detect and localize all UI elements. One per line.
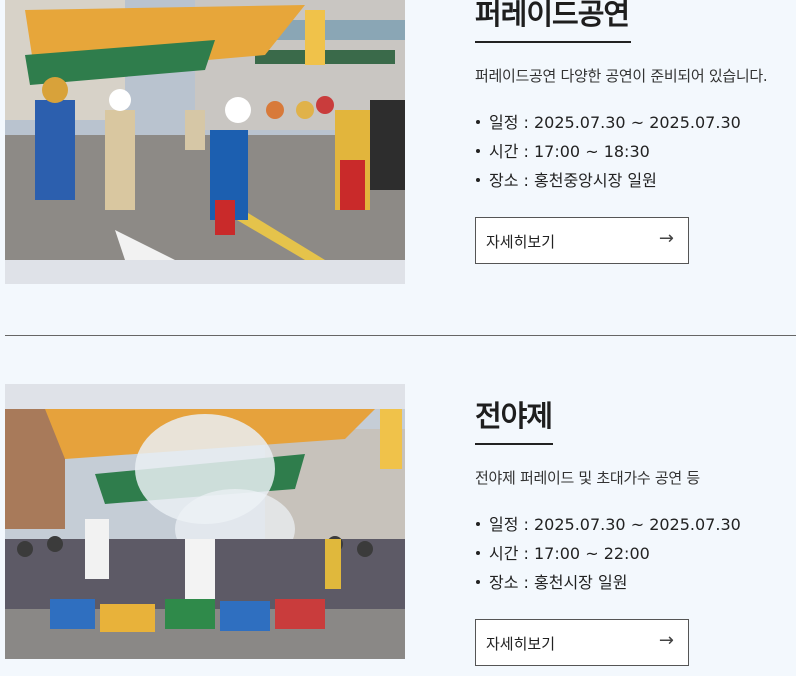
event-place: 장소 : 홍천시장 일원 bbox=[475, 568, 796, 597]
event-info-eve-festival: 전야제 전야제 퍼레이드 및 초대가수 공연 등 일정 : 2025.07.30… bbox=[475, 396, 796, 666]
event-details-list: 일정 : 2025.07.30 ~ 2025.07.30 시간 : 17:00 … bbox=[475, 510, 796, 597]
event-time: 시간 : 17:00 ~ 18:30 bbox=[475, 137, 796, 166]
view-details-label: 자세히보기 bbox=[486, 635, 556, 653]
arrow-right-icon: → bbox=[658, 228, 674, 249]
title-underline bbox=[475, 41, 631, 43]
title-underline bbox=[475, 443, 553, 445]
event-title: 퍼레이드공연 bbox=[475, 0, 630, 31]
event-description: 퍼레이드공연 다양한 공연이 준비되어 있습니다. bbox=[475, 67, 768, 85]
event-title: 전야제 bbox=[475, 399, 553, 433]
event-card-parade: 퍼레이드공연 퍼레이드공연 다양한 공연이 준비되어 있습니다. 일정 : 20… bbox=[0, 0, 796, 284]
view-details-button[interactable]: 자세히보기 → bbox=[475, 217, 689, 264]
section-divider bbox=[5, 335, 796, 336]
event-schedule: 일정 : 2025.07.30 ~ 2025.07.30 bbox=[475, 510, 796, 539]
view-details-button[interactable]: 자세히보기 → bbox=[475, 619, 689, 666]
event-photo-eve-festival bbox=[5, 384, 405, 659]
event-photo-parade bbox=[5, 0, 405, 284]
event-description: 전야제 퍼레이드 및 초대가수 공연 등 bbox=[475, 469, 700, 487]
event-schedule: 일정 : 2025.07.30 ~ 2025.07.30 bbox=[475, 108, 796, 137]
event-time: 시간 : 17:00 ~ 22:00 bbox=[475, 539, 796, 568]
event-card-eve-festival: 전야제 전야제 퍼레이드 및 초대가수 공연 등 일정 : 2025.07.30… bbox=[0, 384, 796, 676]
view-details-label: 자세히보기 bbox=[486, 233, 556, 251]
event-place: 장소 : 홍천중앙시장 일원 bbox=[475, 166, 796, 195]
event-details-list: 일정 : 2025.07.30 ~ 2025.07.30 시간 : 17:00 … bbox=[475, 108, 796, 195]
event-info-parade: 퍼레이드공연 퍼레이드공연 다양한 공연이 준비되어 있습니다. 일정 : 20… bbox=[475, 0, 796, 264]
arrow-right-icon: → bbox=[658, 630, 674, 651]
